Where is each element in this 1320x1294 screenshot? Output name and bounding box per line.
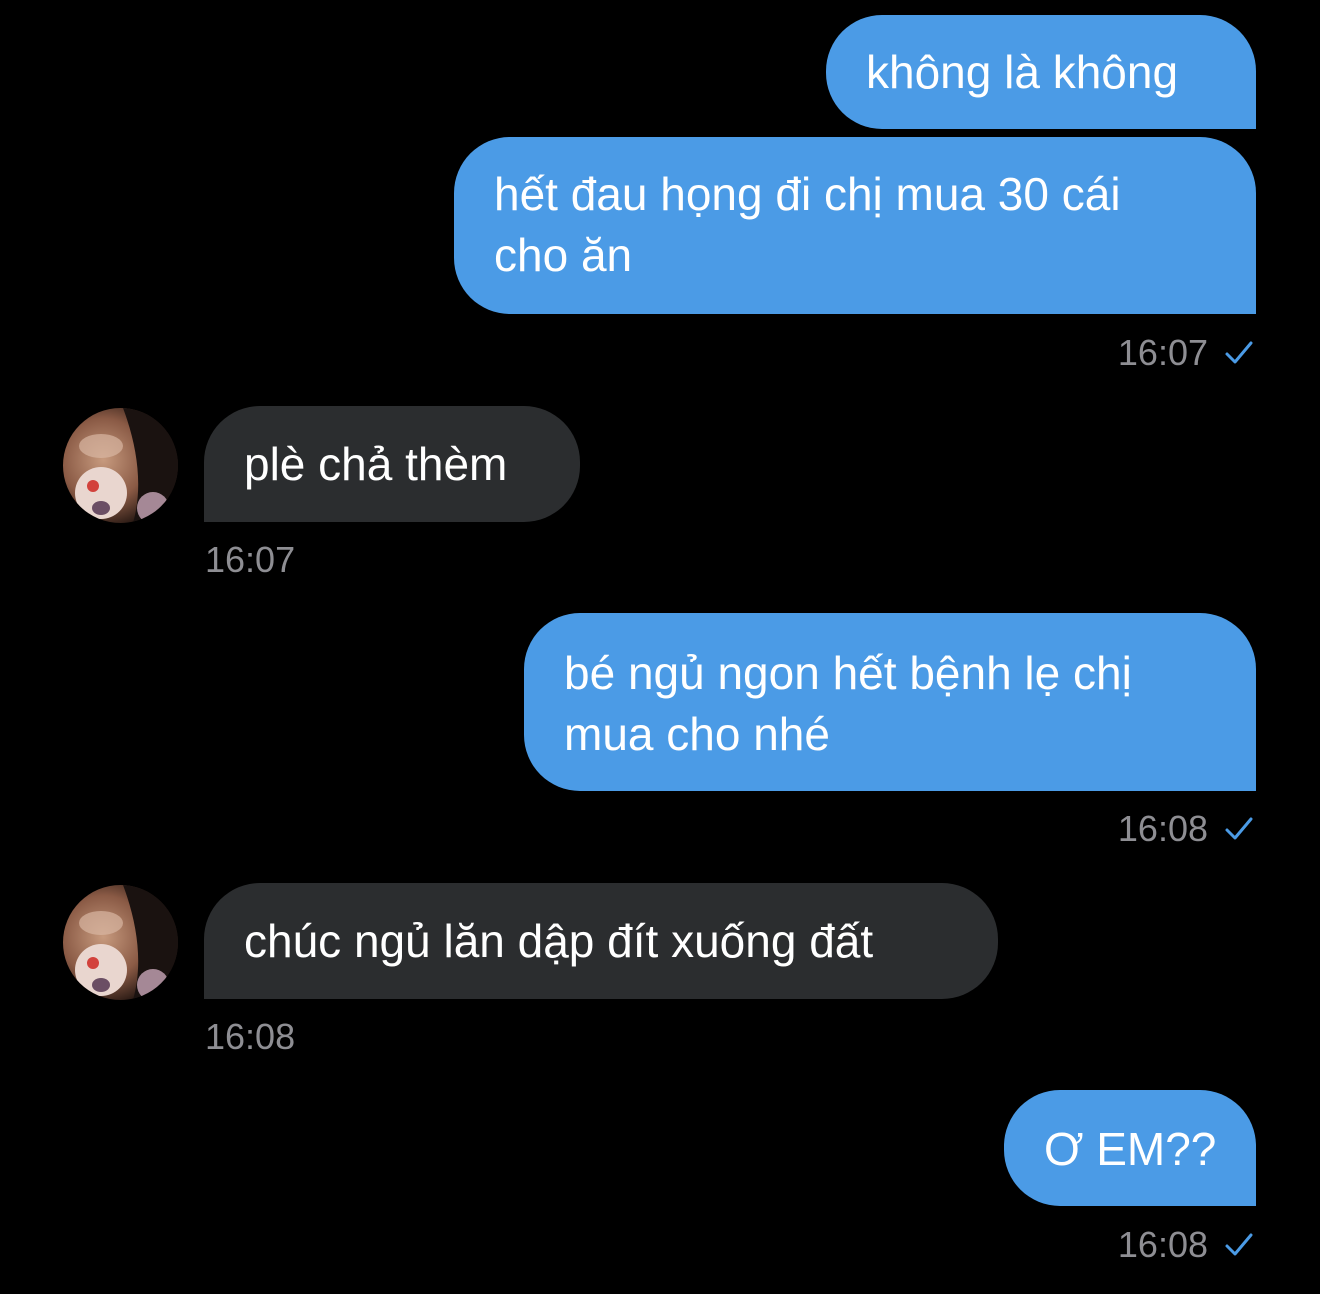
timestamp-text: 16:07 [205,539,296,580]
message-text: Ơ EM?? [1044,1123,1217,1175]
check-icon [1225,1233,1253,1256]
avatar-photo [63,885,178,1000]
message-text-line: cho ăn [494,229,633,281]
message-timestamp: 16:08 [205,1017,295,1057]
check-icon [1225,817,1253,840]
outgoing-message[interactable]: bé ngủ ngon hết bệnh lẹ chị mua cho nhé [524,613,1256,791]
timestamp-text: 16:08 [205,1016,296,1057]
message-text: chúc ngủ lăn dập đít xuống đất [244,915,874,967]
message-timestamp: 16:07 [1118,333,1254,373]
outgoing-message[interactable]: không là không [826,15,1256,129]
outgoing-message[interactable]: hết đau họng đi chị mua 30 cái cho ăn [454,137,1256,314]
contact-avatar[interactable] [63,885,178,1000]
message-text: không là không [866,46,1179,98]
message-text-line: hết đau họng đi chị mua 30 cái [494,168,1121,220]
message-timestamp: 16:08 [1118,1225,1254,1265]
message-text-line: mua cho nhé [564,708,830,760]
timestamp-text: 16:08 [1117,1224,1208,1265]
timestamp-text: 16:07 [1117,332,1208,373]
avatar-photo [63,408,178,523]
message-timestamp: 16:07 [205,540,295,580]
contact-avatar[interactable] [63,408,178,523]
chat-thread: không là không hết đau họng đi chị mua 3… [0,0,1320,1294]
message-timestamp: 16:08 [1118,809,1254,849]
incoming-message[interactable]: plè chả thèm [204,406,580,522]
check-icon [1225,341,1253,364]
message-text-line: bé ngủ ngon hết bệnh lẹ chị [564,647,1132,699]
incoming-message[interactable]: chúc ngủ lăn dập đít xuống đất [204,883,998,999]
timestamp-text: 16:08 [1117,808,1208,849]
message-text: plè chả thèm [244,438,508,490]
outgoing-message[interactable]: Ơ EM?? [1004,1090,1256,1206]
